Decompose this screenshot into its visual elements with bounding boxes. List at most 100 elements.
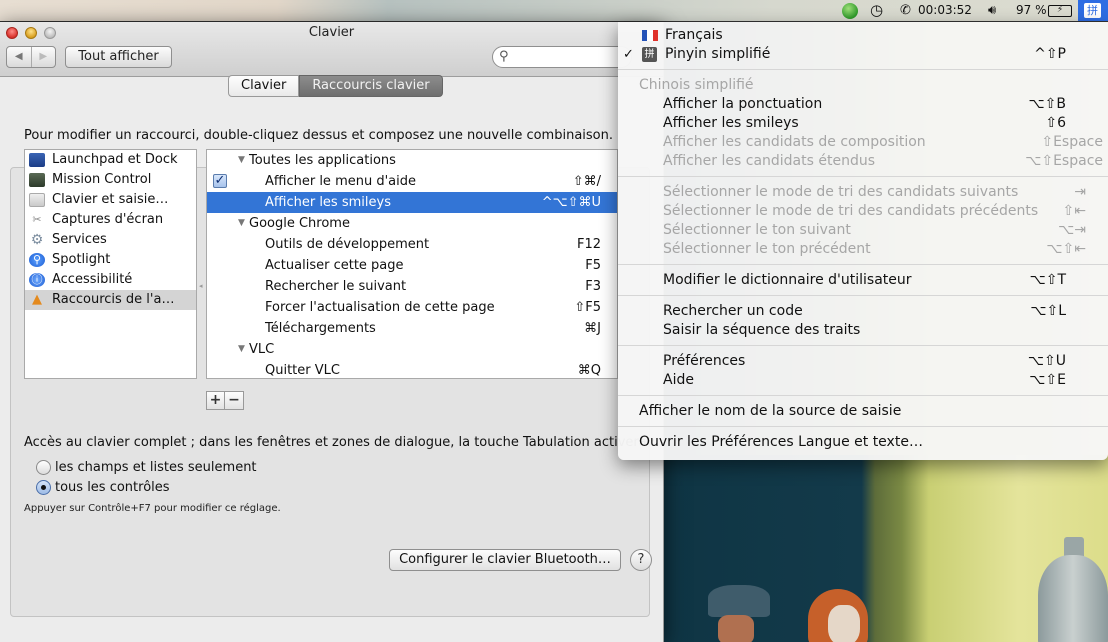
category-list[interactable]: Launchpad et Dock Mission Control Clavie… <box>24 149 197 379</box>
tab-raccourcis-clavier[interactable]: Raccourcis clavier <box>299 75 443 97</box>
shortcut-row[interactable]: Forcer l'actualisation de cette page ⇧F5 <box>207 297 617 318</box>
menu-item-label: Aide <box>663 372 694 388</box>
menu-item-preferences[interactable]: Préférences ⌥⇧U <box>618 352 1108 371</box>
pinyin-icon: 拼 <box>642 47 657 62</box>
shortcut-row[interactable]: Quitter VLC ⌘Q <box>207 360 617 378</box>
section-header-label: Chinois simplifié <box>639 77 754 93</box>
menu-item-label: Sélectionner le mode de tri des candidat… <box>663 203 1039 219</box>
keyboard-icon <box>29 193 45 207</box>
wallpaper-figure-hat <box>708 585 770 617</box>
shortcut-list[interactable]: ▼ Toutes les applications ✓ Afficher le … <box>206 149 618 379</box>
add-shortcut-button[interactable]: + <box>207 392 225 409</box>
disclosure-triangle-icon[interactable]: ▼ <box>238 339 245 360</box>
shortcut-row[interactable]: Téléchargements ⌘J <box>207 318 617 339</box>
remove-shortcut-button[interactable]: − <box>225 392 243 409</box>
shortcut-key[interactable]: ⇧F5 <box>574 297 601 318</box>
menu-item-pinyin[interactable]: ✓ 拼 Pinyin simplifié ^⇧P <box>618 45 1108 64</box>
menu-item-label: Afficher les candidats étendus <box>663 153 876 169</box>
menu-item-label: Afficher la ponctuation <box>663 96 823 112</box>
tab-clavier[interactable]: Clavier <box>228 75 300 97</box>
category-spotlight[interactable]: ⚲ Spotlight <box>25 250 196 270</box>
category-screenshots[interactable]: ✂ Captures d'écran <box>25 210 196 230</box>
radio-button[interactable] <box>36 460 51 475</box>
desktop-wallpaper <box>660 455 1108 642</box>
menu-item-show-input-source-name[interactable]: Afficher le nom de la source de saisie <box>618 402 1108 421</box>
shortcut-key[interactable]: F5 <box>585 255 601 276</box>
input-source-dropdown: Français ✓ 拼 Pinyin simplifié ^⇧P Chinoi… <box>618 22 1108 460</box>
shortcut-row[interactable]: Actualiser cette page F5 <box>207 255 617 276</box>
shortcut-label: Outils de développement <box>265 237 430 252</box>
shortcut-key[interactable]: F3 <box>585 276 601 297</box>
call-timer[interactable]: 00:03:52 <box>918 0 972 21</box>
category-mission-control[interactable]: Mission Control <box>25 170 196 190</box>
radio-button-selected[interactable] <box>36 480 51 495</box>
menu-item-label: Français <box>665 27 723 43</box>
shortcut-row[interactable]: ✓ Afficher le menu d'aide ⇧⌘/ <box>207 171 617 192</box>
menu-item-show-punctuation[interactable]: Afficher la ponctuation ⌥⇧B <box>618 95 1108 114</box>
category-label: Captures d'écran <box>52 212 164 227</box>
green-status-icon[interactable] <box>842 3 858 19</box>
radio-all-controls[interactable]: tous les contrôles <box>36 480 170 495</box>
shortcut-key[interactable]: ^⌥⇧⌘U <box>542 192 601 213</box>
category-launchpad-dock[interactable]: Launchpad et Dock <box>25 150 196 170</box>
spotlight-icon: ⚲ <box>29 253 45 267</box>
show-all-button[interactable]: Tout afficher <box>65 46 172 68</box>
menu-item-show-smileys[interactable]: Afficher les smileys ⇧6 <box>618 114 1108 133</box>
shortcut-key[interactable]: ⌘J <box>584 318 601 339</box>
hint-text: Appuyer sur Contrôle+F7 pour modifier ce… <box>24 503 281 514</box>
menu-item-label: Sélectionner le ton suivant <box>663 222 851 238</box>
menu-separator <box>618 264 1108 265</box>
shortcut-label: Afficher les smileys <box>265 195 391 210</box>
radio-text-fields-only[interactable]: les champs et listes seulement <box>36 460 257 475</box>
menu-item-stroke-sequence[interactable]: Saisir la séquence des traits <box>618 321 1108 340</box>
search-field[interactable]: ⚲ <box>492 46 632 68</box>
shortcut-row[interactable]: Outils de développement F12 <box>207 234 617 255</box>
menu-item-edit-user-dictionary[interactable]: Modifier le dictionnaire d'utilisateur ⌥… <box>618 271 1108 290</box>
disclosure-triangle-icon[interactable]: ▼ <box>238 213 245 234</box>
menu-item-extended-candidates: Afficher les candidats étendus ⌥⇧Espace <box>618 152 1108 171</box>
battery-icon[interactable]: ⚡ <box>1048 5 1072 17</box>
menu-item-label: Afficher les smileys <box>663 115 799 131</box>
category-accessibility[interactable]: ⓘ Accessibilité <box>25 270 196 290</box>
shortcut-key[interactable]: ⌘Q <box>578 360 601 378</box>
menu-item-label: Pinyin simplifié <box>665 46 771 62</box>
menu-item-lookup-code[interactable]: Rechercher un code ⌥⇧L <box>618 302 1108 321</box>
menu-item-open-language-prefs[interactable]: Ouvrir les Préférences Langue et texte… <box>618 433 1108 452</box>
shortcut-row-selected[interactable]: Afficher les smileys ^⌥⇧⌘U <box>207 192 617 213</box>
shortcut-group-vlc[interactable]: ▼ VLC <box>207 339 617 360</box>
menu-item-help[interactable]: Aide ⌥⇧E <box>618 371 1108 390</box>
forward-button[interactable]: ▶ <box>32 47 56 67</box>
shortcut-key[interactable]: F12 <box>577 234 601 255</box>
input-source-menu[interactable]: 拼 <box>1078 0 1108 21</box>
category-label: Services <box>52 232 107 247</box>
phone-icon[interactable]: ✆ <box>900 0 911 21</box>
category-keyboard-input[interactable]: Clavier et saisie… <box>25 190 196 210</box>
category-services[interactable]: ⚙ Services <box>25 230 196 250</box>
shortcut-group-all-apps[interactable]: ▼ Toutes les applications <box>207 150 617 171</box>
shortcut-enabled-checkbox[interactable]: ✓ <box>213 174 227 188</box>
configure-bluetooth-keyboard-button[interactable]: Configurer le clavier Bluetooth… <box>389 549 621 571</box>
accessibility-icon: ⓘ <box>29 273 45 287</box>
shortcut-group-chrome[interactable]: ▼ Google Chrome <box>207 213 617 234</box>
app-shortcuts-icon: ▲ <box>32 292 42 307</box>
menu-separator <box>618 69 1108 70</box>
disclosure-triangle-icon[interactable]: ▼ <box>238 150 245 171</box>
volume-icon[interactable]: 🔊︎ <box>988 0 996 21</box>
time-machine-icon[interactable]: ◷ <box>870 0 883 21</box>
radio-label: les champs et listes seulement <box>55 460 257 475</box>
menu-item-francais[interactable]: Français <box>618 26 1108 45</box>
menu-separator <box>618 426 1108 427</box>
battery-percent[interactable]: 97 % <box>1016 0 1047 21</box>
back-button[interactable]: ◀ <box>7 47 32 67</box>
splitter-handle[interactable]: ◂ <box>199 282 203 290</box>
shortcut-key[interactable]: ⇧⌘/ <box>573 171 601 192</box>
shortcut-label: Quitter VLC <box>265 363 340 378</box>
menu-section-header: Chinois simplifié <box>618 76 1108 95</box>
help-button[interactable]: ? <box>630 549 652 571</box>
french-flag-icon <box>642 30 658 41</box>
category-app-shortcuts[interactable]: ▲ Raccourcis de l'a… <box>25 290 196 310</box>
menu-item-shortcut: ⇧Espace <box>1041 134 1103 150</box>
shortcut-row[interactable]: Rechercher le suivant F3 <box>207 276 617 297</box>
instructions-text: Pour modifier un raccourci, double-cliqu… <box>24 128 613 143</box>
menu-item-shortcut: ⌥⇧E <box>1029 372 1066 388</box>
